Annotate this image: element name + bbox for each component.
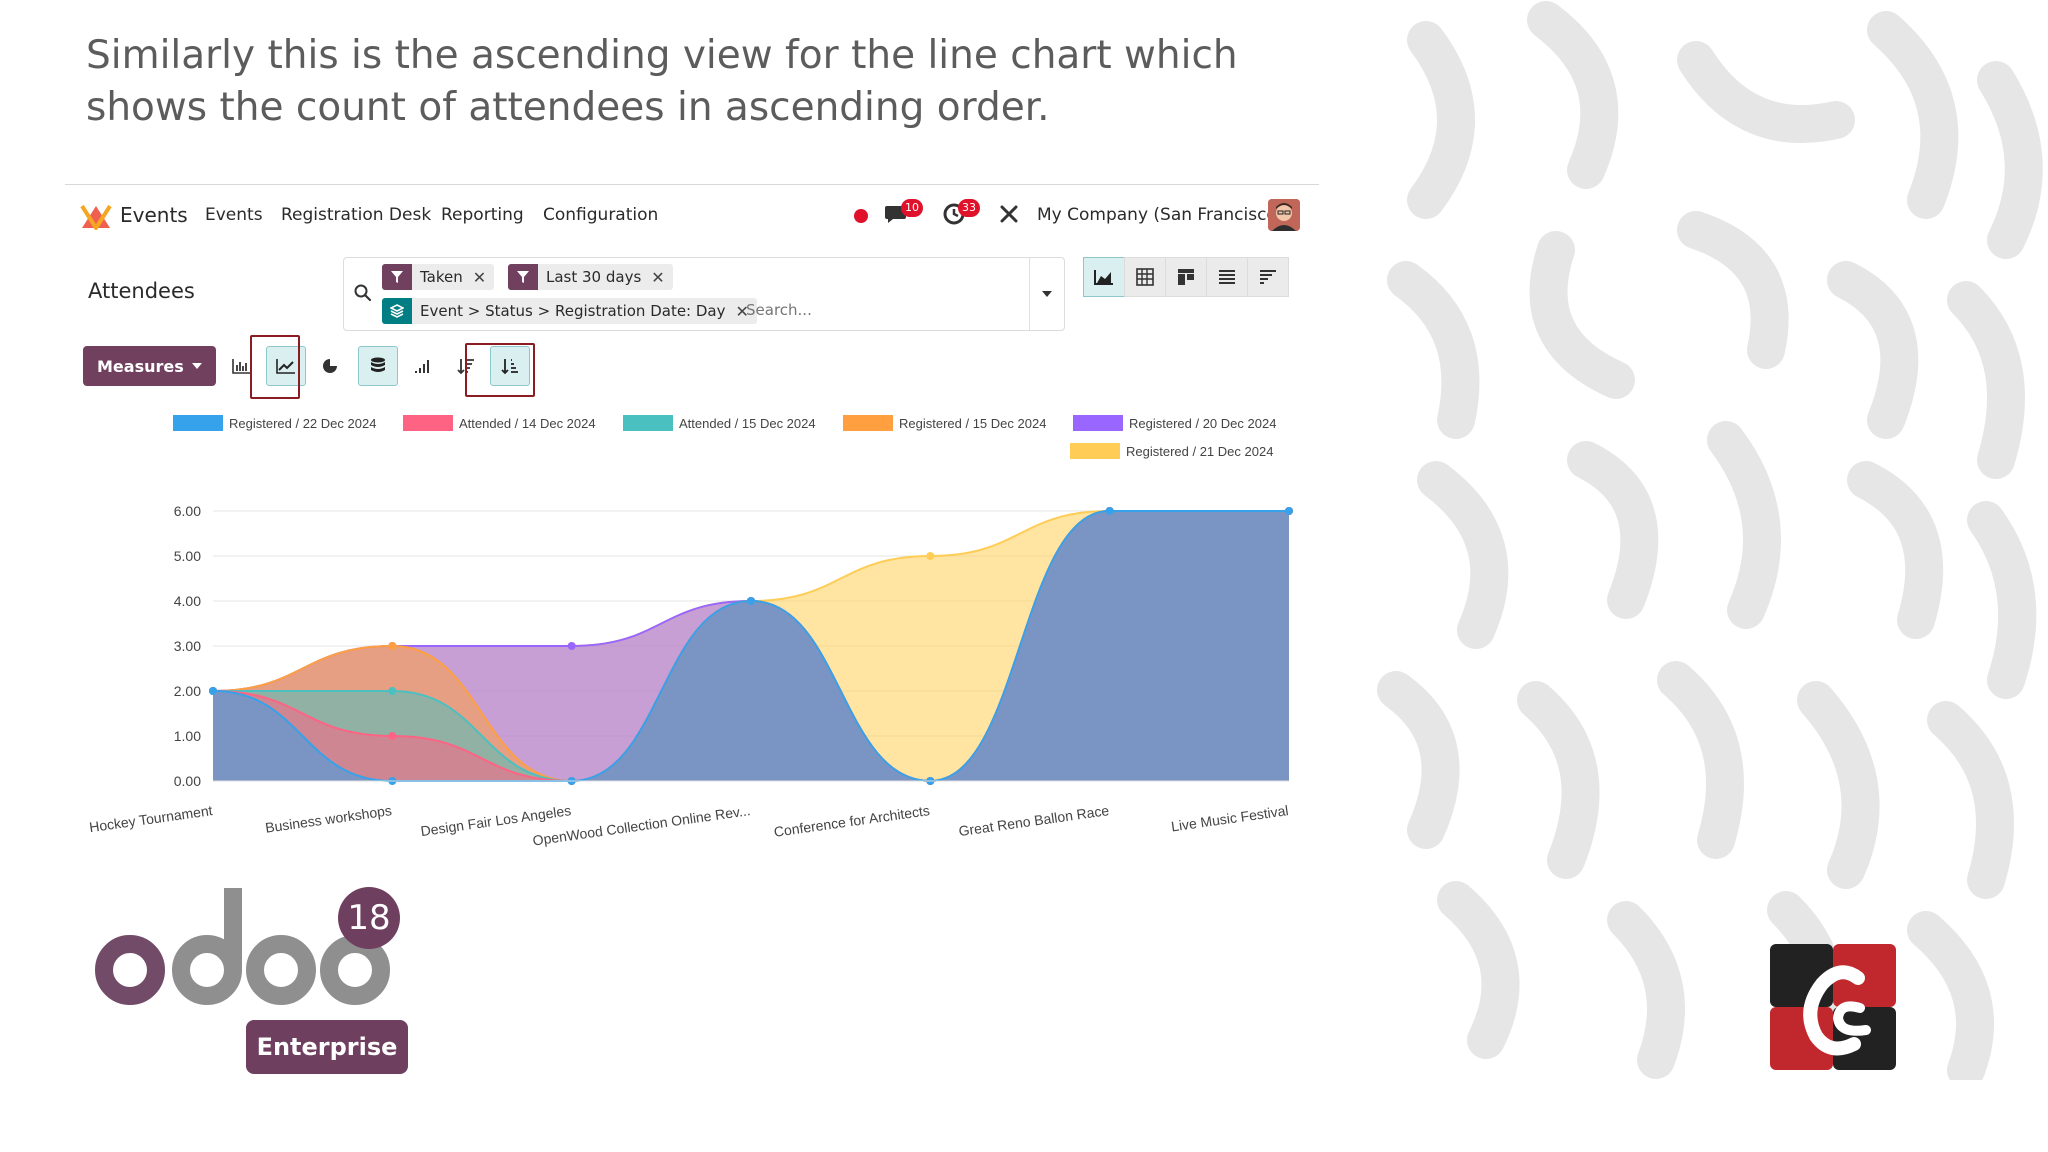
facet-label: Event > Status > Registration Date: Day (420, 302, 726, 320)
background-pattern (1377, 1, 2043, 1080)
company-logo (1770, 944, 1896, 1070)
search-icon[interactable] (354, 284, 372, 302)
menu-reporting[interactable]: Reporting (441, 205, 524, 225)
company-switcher[interactable]: My Company (San Francisco) (1037, 205, 1283, 225)
pivot-view-button[interactable] (1124, 257, 1166, 297)
list-view-button[interactable] (1206, 257, 1248, 297)
area-chart-icon (1094, 270, 1113, 285)
view-switcher (1083, 257, 1289, 297)
x-tick-label: Business workshops (264, 802, 393, 836)
search-bar[interactable]: Taken ✕ Last 30 days ✕ Event > Status > Re… (343, 257, 1065, 331)
slide-caption: Similarly this is the ascending view for… (86, 33, 1238, 130)
top-navbar: Events Events Registration Desk Reportin… (65, 185, 1319, 245)
facet-label: Taken (420, 268, 463, 286)
filter-icon (382, 264, 412, 290)
enterprise-badge: Enterprise (246, 1020, 408, 1074)
menu-events[interactable]: Events (205, 205, 263, 225)
y-tick-label: 0.00 (174, 773, 201, 789)
data-point[interactable] (1285, 507, 1293, 515)
data-point[interactable] (209, 687, 217, 695)
layers-icon (382, 298, 412, 324)
user-avatar[interactable] (1268, 199, 1300, 231)
control-panel: Attendees Taken ✕ Last 30 days ✕ Event >… (65, 245, 1319, 336)
version-badge: 18 (338, 887, 400, 949)
data-point[interactable] (388, 687, 397, 695)
x-tick-label: Hockey Tournament (88, 802, 213, 835)
page-title: Attendees (88, 279, 195, 303)
activity-count-badge: 33 (958, 199, 980, 217)
graph-view-button[interactable] (1083, 257, 1125, 297)
list-icon (1219, 270, 1235, 284)
kanban-icon (1178, 269, 1194, 285)
cohort-view-button[interactable] (1247, 257, 1289, 297)
y-tick-label: 6.00 (174, 503, 201, 519)
attendees-area-chart: 0.00 1.00 2.00 3.00 4.00 5.00 6.00 Hockey Tourn… (88, 503, 1293, 849)
odoo-app-screenshot: Events Events Registration Desk Reportin… (65, 184, 1319, 871)
data-point[interactable] (1105, 507, 1114, 515)
facet-filter-taken[interactable]: Taken ✕ (382, 264, 495, 290)
menu-configuration[interactable]: Configuration (543, 205, 658, 225)
app-brand-name[interactable]: Events (120, 203, 188, 227)
x-tick-label: Live Music Festival (1170, 802, 1289, 834)
data-point[interactable] (926, 552, 935, 560)
remove-facet-icon[interactable]: ✕ (651, 268, 664, 287)
caret-down-icon (1042, 291, 1052, 297)
data-point[interactable] (388, 642, 397, 650)
y-tick-label: 3.00 (174, 638, 201, 654)
graph-content: Measures Registered / 22 Dec 2024 Attend… (65, 335, 1319, 871)
y-tick-label: 5.00 (174, 548, 201, 564)
data-point[interactable] (388, 732, 397, 740)
table-grid-icon (1136, 268, 1154, 286)
kanban-view-button[interactable] (1165, 257, 1207, 297)
facet-filter-last-30-days[interactable]: Last 30 days ✕ (508, 264, 673, 290)
x-tick-label: Great Reno Ballon Race (958, 802, 1111, 839)
avatar-face-icon (1268, 199, 1300, 231)
menu-registration-desk[interactable]: Registration Desk (281, 205, 431, 225)
filter-icon (508, 264, 538, 290)
y-tick-label: 1.00 (174, 728, 201, 744)
chat-count-badge: 10 (901, 199, 923, 217)
facet-label: Last 30 days (546, 268, 642, 286)
search-options-toggle[interactable] (1029, 258, 1064, 330)
debug-tools-icon[interactable] (999, 204, 1019, 224)
search-input[interactable] (744, 300, 948, 320)
y-tick-label: 4.00 (174, 593, 201, 609)
data-point[interactable] (567, 642, 576, 650)
remove-facet-icon[interactable]: ✕ (473, 268, 486, 287)
data-point[interactable] (747, 597, 755, 605)
cohort-icon (1260, 270, 1276, 284)
facet-groupby[interactable]: Event > Status > Registration Date: Day ✕ (382, 298, 757, 324)
y-tick-label: 2.00 (174, 683, 201, 699)
status-dot-icon[interactable] (854, 209, 868, 223)
x-tick-label: Conference for Architects (773, 802, 931, 840)
events-app-icon (80, 204, 112, 230)
